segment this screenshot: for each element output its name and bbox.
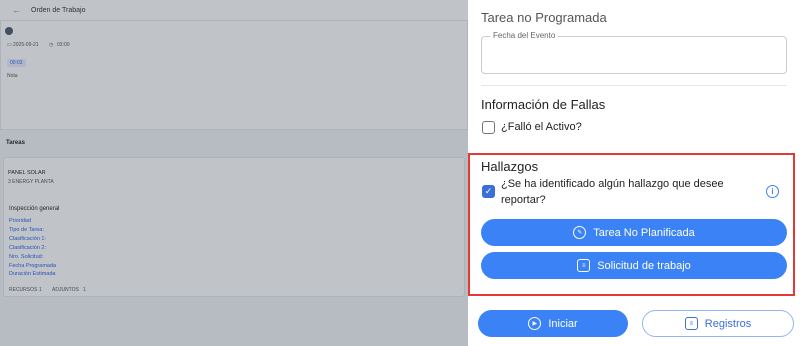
failure-checkbox[interactable] [482,121,495,134]
work-request-button[interactable]: ≡ Solicitud de trabajo [481,252,787,279]
clipboard-icon: ≡ [684,317,698,330]
records-label: Registros [704,317,752,330]
findings-question: ¿Se ha identificado algún hallazgo que d… [501,178,724,206]
failure-section-title: Información de Fallas [481,97,606,112]
list-icon: ≡ [577,259,591,272]
findings-checkbox[interactable]: ✓ [482,185,495,198]
check-icon: ✓ [484,186,493,196]
play-icon: ▶ [528,317,542,330]
start-label: Iniciar [548,317,578,330]
unplanned-task-button[interactable]: ✎ Tarea No Planificada [481,219,787,246]
task-badge-icon: ✎ [573,226,587,239]
records-button[interactable]: ≡ Registros [642,310,794,337]
info-icon[interactable]: i [766,185,779,198]
failure-question: ¿Falló el Activo? [501,121,582,133]
unplanned-task-label: Tarea No Planificada [593,226,695,239]
drawer-title: Tarea no Programada [481,10,607,25]
start-button[interactable]: ▶ Iniciar [478,310,628,337]
event-date-field[interactable]: Fecha del Evento [481,31,787,74]
divider [481,85,787,86]
findings-section-title: Hallazgos [481,159,539,174]
work-request-label: Solicitud de trabajo [597,259,691,272]
overlay-scrim[interactable] [0,0,468,346]
background-page: ← Orden de Trabajo ▭ 2025-09-21 ◷ 03:00 … [0,0,468,346]
unplanned-task-drawer: Tarea no Programada Fecha del Evento Inf… [468,0,800,346]
event-date-label: Fecha del Evento [490,31,559,40]
